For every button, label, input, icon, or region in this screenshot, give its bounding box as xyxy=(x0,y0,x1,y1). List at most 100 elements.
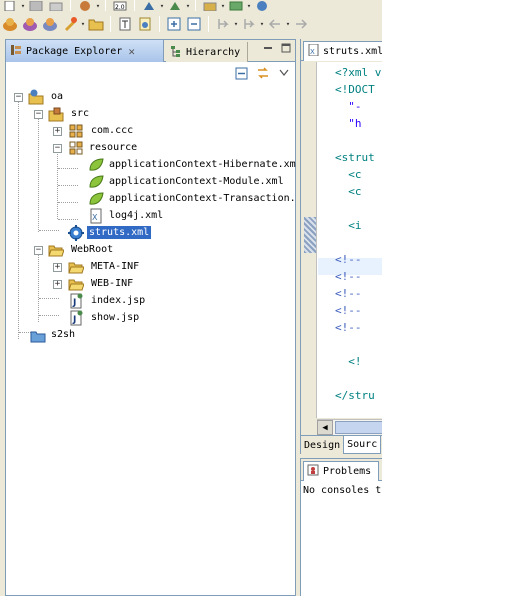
package-explorer-icon xyxy=(10,44,22,59)
version-icon[interactable]: 2.0 xyxy=(112,0,128,11)
deploy-icon[interactable] xyxy=(202,0,218,11)
collapse-toggle[interactable]: − xyxy=(14,93,23,102)
open-resource-icon[interactable] xyxy=(137,16,153,32)
code-line: <! xyxy=(335,355,362,368)
run-icon[interactable] xyxy=(77,0,93,11)
next-annotation-icon[interactable] xyxy=(215,16,231,32)
open-type-icon[interactable] xyxy=(117,16,133,32)
prev-annotation-icon[interactable] xyxy=(241,16,257,32)
toolbar-separator xyxy=(195,0,196,11)
launch-dropdown[interactable]: ▾ xyxy=(246,0,252,11)
tree-item-meta-inf[interactable]: + META-INF xyxy=(6,259,295,276)
spring-bean-icon xyxy=(88,174,104,190)
collapse-toggle[interactable]: − xyxy=(53,144,62,153)
code-line: "h xyxy=(335,117,362,130)
spring-bean-icon xyxy=(88,191,104,207)
closed-project-icon xyxy=(30,327,46,343)
xml-file-icon: X xyxy=(308,43,319,59)
tree-item-oa[interactable]: − oa xyxy=(6,89,295,106)
server-dropdown[interactable]: ▾ xyxy=(185,0,191,11)
code-line: <?xml v xyxy=(335,66,382,79)
code-area[interactable]: <?xml v <!DOCT "- "h <strut <c <c <i <!-- <!… xyxy=(301,62,382,418)
server-icon[interactable] xyxy=(167,0,183,11)
tab-hierarchy[interactable]: Hierarchy xyxy=(166,42,248,62)
tab-source[interactable]: Sourc xyxy=(343,436,382,454)
jsp-file-icon: J xyxy=(68,293,84,309)
tools-icon[interactable] xyxy=(62,16,78,32)
tree-item-struts-xml[interactable]: struts.xml xyxy=(6,225,295,242)
back-dropdown[interactable]: ▾ xyxy=(285,16,291,32)
maximize-icon[interactable] xyxy=(280,43,292,53)
launch-icon[interactable] xyxy=(228,0,244,11)
horizontal-scrollbar[interactable]: ◀ xyxy=(317,419,382,435)
close-icon[interactable]: ✕ xyxy=(128,45,135,58)
problems-icon xyxy=(307,464,319,479)
new-package-icon[interactable] xyxy=(22,16,38,32)
tree-item-show-jsp[interactable]: J show.jsp xyxy=(6,310,295,327)
tree-label: applicationContext-Hibernate.xml xyxy=(109,159,302,170)
print-icon[interactable] xyxy=(48,0,64,11)
code-line: <!-- xyxy=(335,253,362,266)
save-icon[interactable] xyxy=(28,0,44,11)
tree-item-resource[interactable]: − resource xyxy=(6,140,295,157)
expand-toggle[interactable]: + xyxy=(53,263,62,272)
deploy-dropdown[interactable]: ▾ xyxy=(220,0,226,11)
tree-item-src[interactable]: − src xyxy=(6,106,295,123)
expand-toggle[interactable]: + xyxy=(53,127,62,136)
struts-xml-editor: X struts.xml <?xml v <!DOCT "- "h <strut <… xyxy=(300,39,382,454)
code-line: <!-- xyxy=(335,304,362,317)
code-line: <!-- xyxy=(335,287,362,300)
editor-tab-bar: X struts.xml xyxy=(301,39,382,61)
tab-hierarchy-label: Hierarchy xyxy=(186,46,241,58)
link-with-editor-icon[interactable] xyxy=(256,66,270,80)
collapse-icon[interactable] xyxy=(186,16,202,32)
tree-item-log4j[interactable]: X log4j.xml xyxy=(6,208,295,225)
tab-problems[interactable]: Problems xyxy=(303,461,379,481)
forward-icon[interactable] xyxy=(293,16,309,32)
tree-item-webroot[interactable]: − WebRoot xyxy=(6,242,295,259)
perspective-dropdown[interactable]: ▾ xyxy=(159,0,165,11)
prev-annotation-dropdown[interactable]: ▾ xyxy=(259,16,265,32)
open-folder-icon[interactable] xyxy=(88,16,104,32)
tree-item-applicationcontext-module[interactable]: applicationContext-Module.xml xyxy=(6,174,295,191)
tools-dropdown[interactable]: ▾ xyxy=(80,16,86,32)
perspective-icon[interactable] xyxy=(141,0,157,11)
back-icon[interactable] xyxy=(267,16,283,32)
open-project-icon[interactable] xyxy=(2,16,18,32)
tree-item-applicationcontext-transaction[interactable]: applicationContext-Transaction.xml xyxy=(6,191,314,208)
tree-item-applicationcontext-hibernate[interactable]: applicationContext-Hibernate.xml xyxy=(6,157,302,174)
tab-package-explorer[interactable]: Package Explorer ✕ xyxy=(6,40,164,62)
tree-item-index-jsp[interactable]: J index.jsp xyxy=(6,293,295,310)
tree-label: s2sh xyxy=(51,329,76,340)
tree-label: src xyxy=(71,108,90,119)
code-line: </stru xyxy=(335,389,375,402)
problems-tab-label: Problems xyxy=(323,466,372,477)
run-dropdown[interactable]: ▾ xyxy=(95,0,101,11)
collapse-all-icon[interactable] xyxy=(234,66,248,80)
hierarchy-icon xyxy=(170,45,182,60)
tab-struts-xml[interactable]: X struts.xml xyxy=(303,41,382,61)
minimize-icon[interactable] xyxy=(262,43,274,53)
expand-icon[interactable] xyxy=(166,16,182,32)
scroll-thumb[interactable] xyxy=(335,421,382,434)
view-menu-icon[interactable] xyxy=(277,66,291,80)
collapse-toggle[interactable]: − xyxy=(34,246,43,255)
new-dropdown[interactable]: ▾ xyxy=(20,0,26,11)
tree-item-web-inf[interactable]: + WEB-INF xyxy=(6,276,295,293)
tab-package-explorer-label: Package Explorer xyxy=(26,45,123,57)
code-line: <c xyxy=(335,168,362,181)
overview-ruler xyxy=(301,62,317,418)
collapse-toggle[interactable]: − xyxy=(34,110,43,119)
explorer-view-toolbar xyxy=(6,63,295,83)
tree-item-s2sh[interactable]: s2sh xyxy=(6,327,295,344)
new-class-icon[interactable] xyxy=(42,16,58,32)
web-icon[interactable] xyxy=(254,0,270,11)
scroll-left-icon[interactable]: ◀ xyxy=(317,420,333,435)
tab-design[interactable]: Design xyxy=(301,436,343,454)
new-icon[interactable] xyxy=(2,0,18,11)
tree-label: resource xyxy=(89,142,138,153)
next-annotation-dropdown[interactable]: ▾ xyxy=(233,16,239,32)
expand-toggle[interactable]: + xyxy=(53,280,62,289)
svg-text:X: X xyxy=(310,48,315,56)
tree-item-com-ccc[interactable]: + com.ccc xyxy=(6,123,295,140)
